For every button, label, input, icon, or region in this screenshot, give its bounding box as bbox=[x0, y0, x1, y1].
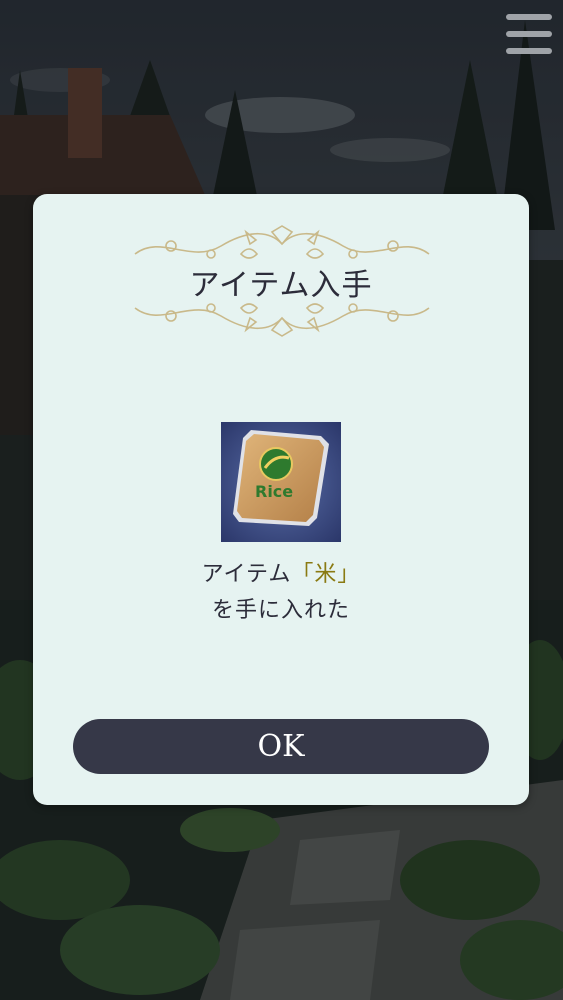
item-name: 米 bbox=[314, 562, 338, 587]
item-open-bracket: 「 bbox=[291, 562, 315, 587]
menu-bar-1 bbox=[506, 14, 552, 20]
item-message-line-1: アイテム「米」 bbox=[33, 556, 529, 588]
menu-bar-2 bbox=[506, 31, 552, 37]
menu-bar-3 bbox=[506, 48, 552, 54]
ok-button[interactable]: OK bbox=[73, 719, 489, 774]
item-obtained-dialog: アイテム入手 Rice アイテム「米」 を手に入れた OK bbox=[33, 194, 529, 805]
message-prefix: アイテム bbox=[201, 562, 292, 587]
rice-bag-label: Rice bbox=[255, 482, 293, 501]
ornament-bottom-icon bbox=[134, 303, 430, 337]
rice-bag-icon: Rice bbox=[221, 422, 341, 542]
item-message-line-2: を手に入れた bbox=[211, 598, 350, 623]
item-close-bracket: 」 bbox=[337, 562, 361, 587]
menu-icon[interactable] bbox=[506, 14, 552, 54]
